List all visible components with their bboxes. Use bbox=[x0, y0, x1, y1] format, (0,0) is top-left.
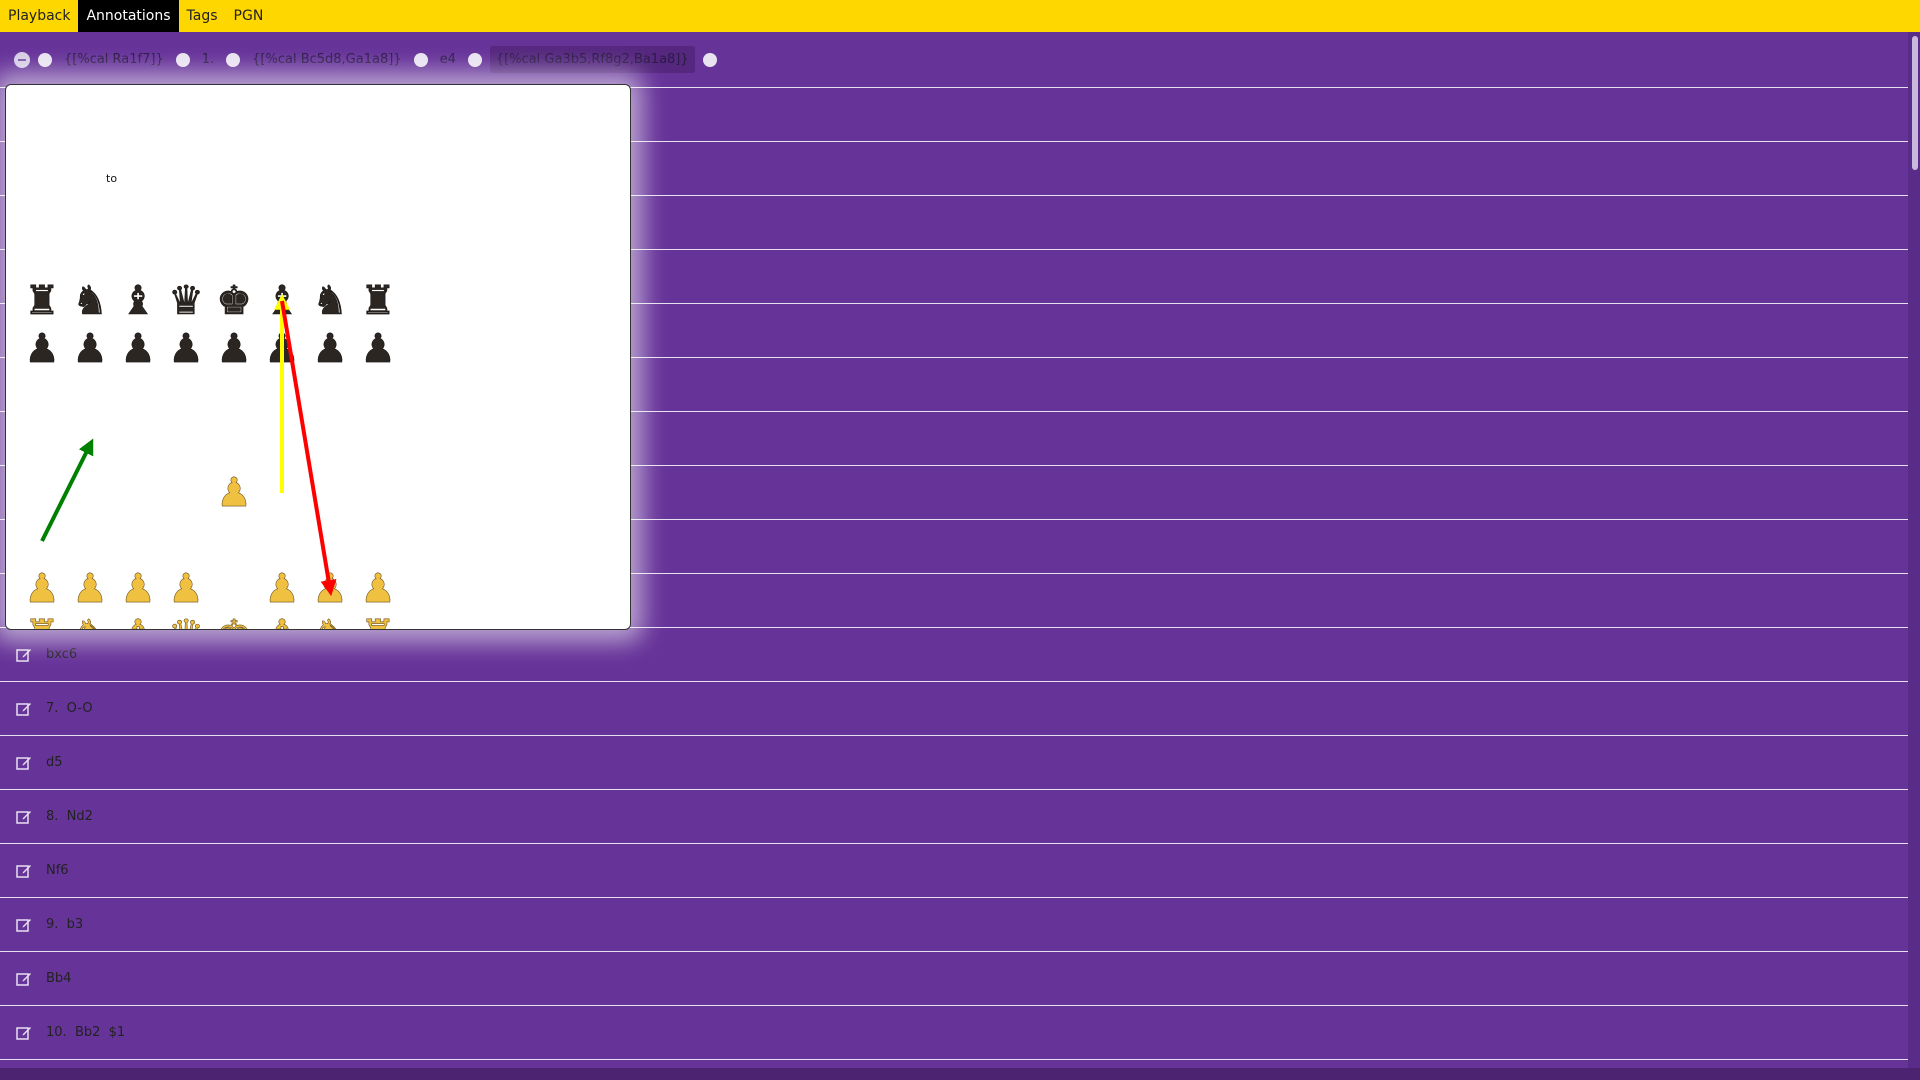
white-knight-piece: ♞ bbox=[72, 612, 108, 629]
annotation-comment[interactable]: {[%cal Ra1f7]} bbox=[60, 48, 168, 71]
annotation-arrow bbox=[40, 438, 94, 542]
white-pawn-piece: ♟ bbox=[360, 566, 396, 612]
move-text: bxc6 bbox=[46, 647, 78, 662]
edit-icon[interactable] bbox=[14, 753, 34, 773]
tab-pgn[interactable]: PGN bbox=[226, 0, 272, 32]
white-rook-piece: ♜ bbox=[360, 612, 396, 629]
black-rook-piece: ♜ bbox=[24, 278, 60, 324]
edit-icon[interactable] bbox=[14, 969, 34, 989]
white-king-piece: ♚ bbox=[216, 612, 252, 629]
white-pawn-piece: ♟ bbox=[264, 566, 300, 612]
scrollbar-thumb[interactable] bbox=[1912, 36, 1918, 170]
move-text: 9. b3 bbox=[46, 917, 84, 932]
top-menu-bar: Playback Annotations Tags PGN bbox=[0, 0, 1920, 32]
black-pawn-piece: ♟ bbox=[72, 326, 108, 372]
tab-playback[interactable]: Playback bbox=[0, 0, 78, 32]
edit-icon[interactable] bbox=[14, 807, 34, 827]
white-pawn-piece: ♟ bbox=[72, 566, 108, 612]
annotation-move[interactable]: e4 bbox=[436, 48, 460, 71]
black-knight-piece: ♞ bbox=[312, 278, 348, 324]
chess-board: ♜♞♝♛♚♝♞♜♟♟♟♟♟♟♟♟♟♟♟♟♟♟♟♟♜♞♝♛♚♝♞♜ bbox=[24, 278, 396, 629]
move-text: 10. Bb2 $1 bbox=[46, 1025, 126, 1040]
annotation-move-number[interactable]: 1. bbox=[198, 48, 218, 71]
move-row[interactable]: Bb4 bbox=[0, 952, 1908, 1006]
black-pawn-piece: ♟ bbox=[120, 326, 156, 372]
move-text: 8. Nd2 bbox=[46, 809, 93, 824]
vertical-scrollbar[interactable] bbox=[1908, 32, 1920, 1068]
move-text: d5 bbox=[46, 755, 63, 770]
move-row[interactable]: 10. Bb2 $1 bbox=[0, 1006, 1908, 1060]
pieces-layer: ♜♞♝♛♚♝♞♜♟♟♟♟♟♟♟♟♟♟♟♟♟♟♟♟♜♞♝♛♚♝♞♜ bbox=[24, 278, 396, 629]
move-row[interactable]: 7. O-O bbox=[0, 682, 1908, 736]
black-pawn-piece: ♟ bbox=[216, 326, 252, 372]
black-king-piece: ♚ bbox=[216, 278, 252, 324]
insert-point-dot[interactable] bbox=[467, 52, 482, 67]
white-queen-piece: ♛ bbox=[168, 612, 204, 629]
black-rook-piece: ♜ bbox=[360, 278, 396, 324]
white-pawn-piece: ♟ bbox=[120, 566, 156, 612]
black-pawn-piece: ♟ bbox=[168, 326, 204, 372]
edit-icon[interactable] bbox=[14, 699, 34, 719]
black-pawn-piece: ♟ bbox=[312, 326, 348, 372]
insert-point-dot[interactable] bbox=[38, 52, 52, 67]
bottom-bar bbox=[0, 1068, 1920, 1080]
insert-point-dot[interactable] bbox=[175, 52, 190, 67]
black-knight-piece: ♞ bbox=[72, 278, 108, 324]
insert-point-dot[interactable] bbox=[226, 52, 241, 67]
insert-point-dot[interactable] bbox=[413, 52, 428, 67]
white-knight-piece: ♞ bbox=[312, 612, 348, 629]
black-pawn-piece: ♟ bbox=[360, 326, 396, 372]
insert-point-dot[interactable] bbox=[702, 52, 717, 67]
white-pawn-piece: ♟ bbox=[216, 470, 252, 516]
edit-icon[interactable] bbox=[14, 861, 34, 881]
black-queen-piece: ♛ bbox=[168, 278, 204, 324]
annotation-comment-selected[interactable]: {[%cal Ga3b5,Rf8g2,Ba1a8]} bbox=[489, 46, 695, 73]
move-row[interactable]: bxc6 bbox=[0, 628, 1908, 682]
move-row[interactable]: 8. Nd2 bbox=[0, 790, 1908, 844]
black-pawn-piece: ♟ bbox=[24, 326, 60, 372]
remove-icon[interactable] bbox=[14, 51, 30, 68]
black-bishop-piece: ♝ bbox=[120, 278, 156, 324]
tab-annotations[interactable]: Annotations bbox=[78, 0, 179, 32]
tab-tags[interactable]: Tags bbox=[179, 0, 226, 32]
move-row[interactable]: 9. b3 bbox=[0, 898, 1908, 952]
annotation-toolbar-row: {[%cal Ra1f7]} 1. {[%cal Bc5d8,Ga1a8]} e… bbox=[0, 32, 1908, 88]
board-preview-popup: to ♜♞♝♛♚♝♞♜♟♟♟♟♟♟♟♟♟♟♟♟♟♟♟♟♜♞♝♛♚♝♞♜ bbox=[5, 84, 631, 630]
annotation-comment[interactable]: {[%cal Bc5d8,Ga1a8]} bbox=[248, 48, 405, 71]
white-pawn-piece: ♟ bbox=[24, 566, 60, 612]
move-row[interactable]: Nf6 bbox=[0, 844, 1908, 898]
edit-icon[interactable] bbox=[14, 645, 34, 665]
move-text: 7. O-O bbox=[46, 701, 93, 716]
edit-icon[interactable] bbox=[14, 915, 34, 935]
edit-icon[interactable] bbox=[14, 1023, 34, 1043]
white-bishop-piece: ♝ bbox=[264, 612, 300, 629]
white-bishop-piece: ♝ bbox=[120, 612, 156, 629]
white-pawn-piece: ♟ bbox=[168, 566, 204, 612]
white-rook-piece: ♜ bbox=[24, 612, 60, 629]
move-row[interactable]: d5 bbox=[0, 736, 1908, 790]
move-text: Nf6 bbox=[46, 863, 69, 878]
move-text: Bb4 bbox=[46, 971, 72, 986]
